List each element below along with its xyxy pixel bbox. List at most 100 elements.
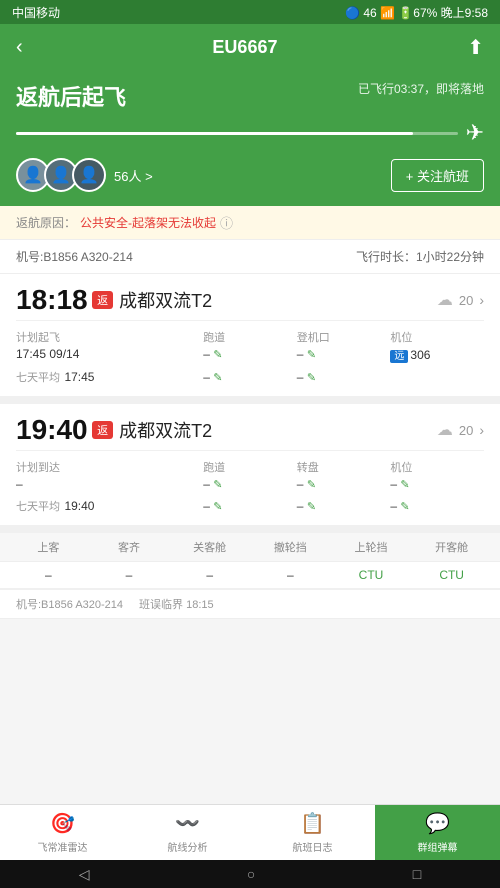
- arr-runway-edit-icon[interactable]: ✎: [213, 479, 222, 491]
- arr-position-edit-icon[interactable]: ✎: [400, 479, 409, 491]
- arrival-chevron-icon[interactable]: ›: [479, 422, 484, 438]
- progress-bar: [16, 132, 458, 135]
- data-open-cabin: CTU: [411, 568, 492, 582]
- warning-value: 公共安全-起落架无法收起: [80, 214, 216, 231]
- arrival-details: 计划到达 – 跑道 – ✎ 转盘 – ✎ 机位 – ✎: [16, 450, 484, 495]
- route-icon: 〰️: [175, 811, 200, 836]
- remote-badge: 远: [390, 350, 408, 363]
- departure-temp: 20: [459, 293, 473, 308]
- radar-icon: 🎯: [50, 811, 75, 836]
- back-button[interactable]: ‹: [16, 36, 23, 59]
- flight-duration-text: 已飞行03:37，即将落地: [358, 80, 484, 97]
- nav-group-label: 群组弹幕: [418, 839, 458, 854]
- data-set-chock: CTU: [331, 568, 412, 582]
- android-navbar: ◁ ○ □: [0, 860, 500, 888]
- planned-depart-value: 17:45 09/14: [16, 347, 203, 361]
- nav-log[interactable]: 📋 航班日志: [250, 805, 375, 860]
- flight-progress: ✈: [16, 120, 484, 146]
- data-boarding: –: [8, 568, 89, 582]
- log-icon: 📋: [300, 811, 325, 836]
- flight-meta: 机号:B1856 A320-214 飞行时长：1小时22分钟: [0, 240, 500, 274]
- data-ready: –: [89, 568, 170, 582]
- header-close-cabin: 关客舱: [169, 539, 250, 555]
- planned-depart-label: 计划起飞: [16, 329, 203, 345]
- android-home-button[interactable]: ○: [247, 866, 255, 882]
- avg-arr-position: – ✎: [390, 499, 409, 513]
- departure-chevron-icon[interactable]: ›: [479, 292, 484, 308]
- avg-arr-turntable: – ✎: [297, 499, 316, 513]
- follow-button[interactable]: + 关注航班: [391, 159, 484, 192]
- nav-log-label: 航班日志: [293, 839, 333, 854]
- turntable-value: – ✎: [297, 477, 391, 491]
- flight-number: EU6667: [212, 37, 277, 58]
- android-back-button[interactable]: ◁: [79, 866, 90, 883]
- departure-time: 18:18: [16, 284, 88, 316]
- avatar-3: 👤: [72, 158, 106, 192]
- sub-aircraft-info: 机号:B1856 A320-214: [16, 596, 123, 612]
- avg-runway-edit-icon[interactable]: ✎: [213, 372, 222, 384]
- avg-arr-turntable-edit-icon[interactable]: ✎: [307, 501, 316, 513]
- gate-edit-icon[interactable]: ✎: [307, 349, 316, 361]
- avg-arr-runway-edit-icon[interactable]: ✎: [213, 501, 222, 513]
- avg-arr-position-edit-icon[interactable]: ✎: [400, 501, 409, 513]
- aircraft-info: 机号:B1856 A320-214: [16, 248, 133, 265]
- header-boarding: 上客: [8, 539, 89, 555]
- arrival-temp: 20: [459, 423, 473, 438]
- gate-label: 登机口: [297, 329, 391, 345]
- turntable-edit-icon[interactable]: ✎: [307, 479, 316, 491]
- warning-label: 返航原因：: [16, 214, 76, 231]
- avg-arr-runway: – ✎: [203, 499, 222, 513]
- nav-group[interactable]: 💬 群组弹幕: [375, 805, 500, 860]
- arrival-avg-row: 七天平均 19:40 – ✎ – ✎ – ✎: [16, 497, 484, 515]
- sub-critical-time: 班误临界 18:15: [139, 596, 214, 612]
- plane-icon: ✈: [466, 120, 484, 146]
- gate-value: – ✎: [297, 347, 391, 361]
- nav-radar[interactable]: 🎯 飞常准雷达: [0, 805, 125, 860]
- flight-duration: 飞行时长：1小时22分钟: [356, 248, 484, 265]
- position-value: 远306: [390, 347, 484, 362]
- planned-arrive-label: 计划到达: [16, 459, 203, 475]
- departure-block: 18:18 返 成都双流T2 ☁ 20 › 计划起飞 17:45 09/14 跑…: [0, 274, 500, 404]
- boarding-data-row: – – – – CTU CTU: [0, 562, 500, 589]
- boarding-table: 上客 客齐 关客舱 撤轮挡 上轮挡 开客舱 – – – – CTU CTU 机号…: [0, 533, 500, 619]
- departure-weather-icon: ☁: [437, 290, 453, 310]
- info-icon[interactable]: ⓘ: [220, 213, 233, 232]
- arr-runway-value: – ✎: [203, 477, 297, 491]
- boarding-header-row: 上客 客齐 关客舱 撤轮挡 上轮挡 开客舱: [0, 533, 500, 562]
- share-button[interactable]: ⬆: [467, 35, 484, 60]
- arr-position-label: 机位: [390, 459, 484, 475]
- followers-count[interactable]: 56人 >: [114, 166, 153, 185]
- bottom-nav: 🎯 飞常准雷达 〰️ 航线分析 📋 航班日志 💬 群组弹幕: [0, 804, 500, 860]
- departure-tag: 返: [92, 291, 113, 309]
- arr-position-value: – ✎: [390, 477, 484, 491]
- arrival-time: 19:40: [16, 414, 88, 446]
- nav-route[interactable]: 〰️ 航线分析: [125, 805, 250, 860]
- runway-label: 跑道: [203, 329, 297, 345]
- header-ready: 客齐: [89, 539, 170, 555]
- arrival-block: 19:40 返 成都双流T2 ☁ 20 › 计划到达 – 跑道 – ✎ 转盘 –: [0, 404, 500, 533]
- runway-value: – ✎: [203, 347, 297, 361]
- avg-gate-edit-icon[interactable]: ✎: [307, 372, 316, 384]
- data-remove-chock: –: [250, 568, 331, 582]
- arr-runway-label: 跑道: [203, 459, 297, 475]
- android-recents-button[interactable]: □: [413, 866, 421, 882]
- group-icon: 💬: [425, 811, 450, 836]
- arrival-airport: 成都双流T2: [119, 417, 212, 443]
- nav-route-label: 航线分析: [168, 839, 208, 854]
- arrival-weather-icon: ☁: [437, 420, 453, 440]
- status-bar: 中国移动 🔵 46 📶 🔋67% 晚上9:58: [0, 0, 500, 24]
- avg-label-depart: 七天平均: [16, 372, 60, 384]
- sub-meta-row: 机号:B1856 A320-214 班误临界 18:15: [0, 589, 500, 618]
- avg-runway-depart: – ✎: [203, 370, 222, 384]
- departure-airport: 成都双流T2: [119, 287, 212, 313]
- header-remove-chock: 撤轮挡: [250, 539, 331, 555]
- header-set-chock: 上轮挡: [331, 539, 412, 555]
- header: ‹ EU6667 ⬆: [0, 24, 500, 70]
- avatars-group: 👤 👤 👤: [16, 158, 106, 192]
- avg-label-arrive: 七天平均: [16, 501, 60, 513]
- runway-edit-icon[interactable]: ✎: [213, 349, 222, 361]
- avg-value-arrive: 19:40: [64, 499, 94, 513]
- flight-banner: 返航后起飞 已飞行03:37，即将落地 ✈ 👤 👤 👤 56人 > + 关注航班: [0, 70, 500, 206]
- header-open-cabin: 开客舱: [411, 539, 492, 555]
- warning-bar: 返航原因： 公共安全-起落架无法收起 ⓘ: [0, 206, 500, 240]
